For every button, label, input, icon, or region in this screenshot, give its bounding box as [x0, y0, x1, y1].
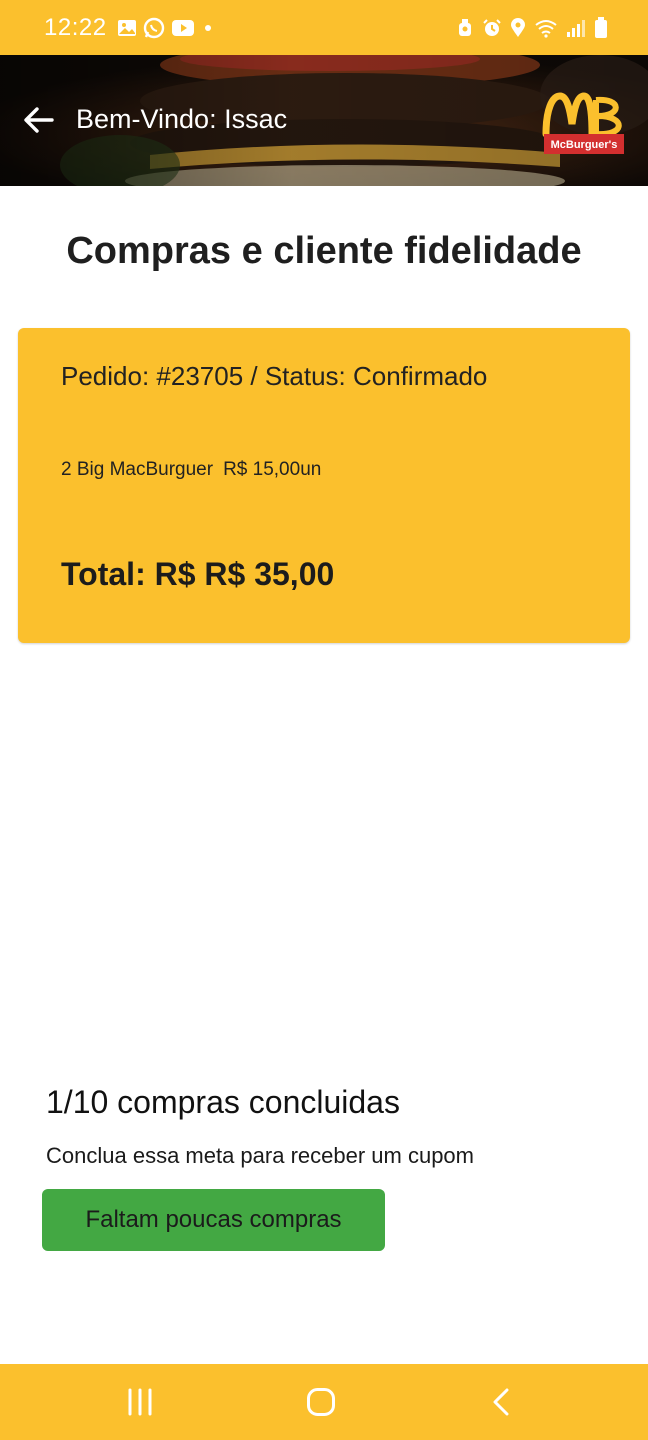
location-icon	[510, 17, 526, 38]
cleaner-icon	[456, 18, 474, 38]
order-item-description: 2 Big MacBurguer	[61, 459, 214, 480]
loyalty-note: Conclua essa meta para receber um cupom	[46, 1143, 474, 1168]
home-icon	[307, 1388, 335, 1416]
order-total: Total: R$ R$ 35,00	[61, 556, 335, 592]
recent-apps-icon	[128, 1388, 152, 1416]
svg-text:McBurguer's: McBurguer's	[551, 139, 618, 151]
mcburguers-logo: McBurguer's	[542, 92, 624, 154]
arrow-left-icon	[24, 107, 54, 133]
status-left-icons	[117, 17, 215, 39]
page-title: Compras e cliente fidelidade	[66, 230, 582, 272]
order-item-price: R$ 15,00un	[223, 459, 322, 480]
app-bar: Bem-Vindo: Issac McBurguer's	[0, 55, 648, 186]
app-title: Bem-Vindo: Issac	[76, 104, 288, 134]
dot-icon	[201, 21, 215, 35]
system-back-button[interactable]	[462, 1364, 542, 1440]
order-item: 2 Big MacBurguer R$ 15,00un	[61, 458, 321, 482]
order-header: Pedido: #23705 / Status: Confirmado	[61, 361, 488, 391]
home-button[interactable]	[281, 1364, 361, 1440]
signal-icon	[566, 18, 586, 38]
wifi-icon	[534, 18, 558, 38]
gallery-icon	[117, 19, 137, 37]
status-time: 12:22	[44, 13, 107, 41]
alarm-icon	[482, 18, 502, 38]
whatsapp-icon	[143, 17, 165, 39]
youtube-icon	[171, 19, 195, 37]
status-bar: 12:22	[0, 0, 648, 55]
status-right-icons	[456, 16, 608, 39]
back-button[interactable]	[20, 101, 58, 139]
order-card: Pedido: #23705 / Status: Confirmado 2 Bi…	[18, 328, 630, 643]
recent-apps-button[interactable]	[100, 1364, 180, 1440]
navigation-bar	[0, 1364, 648, 1440]
battery-icon	[594, 16, 608, 39]
loyalty-status-button[interactable]: Faltam poucas compras	[42, 1189, 385, 1251]
loyalty-progress-text: 1/10 compras concluidas	[46, 1084, 400, 1120]
chevron-left-icon	[493, 1388, 509, 1416]
